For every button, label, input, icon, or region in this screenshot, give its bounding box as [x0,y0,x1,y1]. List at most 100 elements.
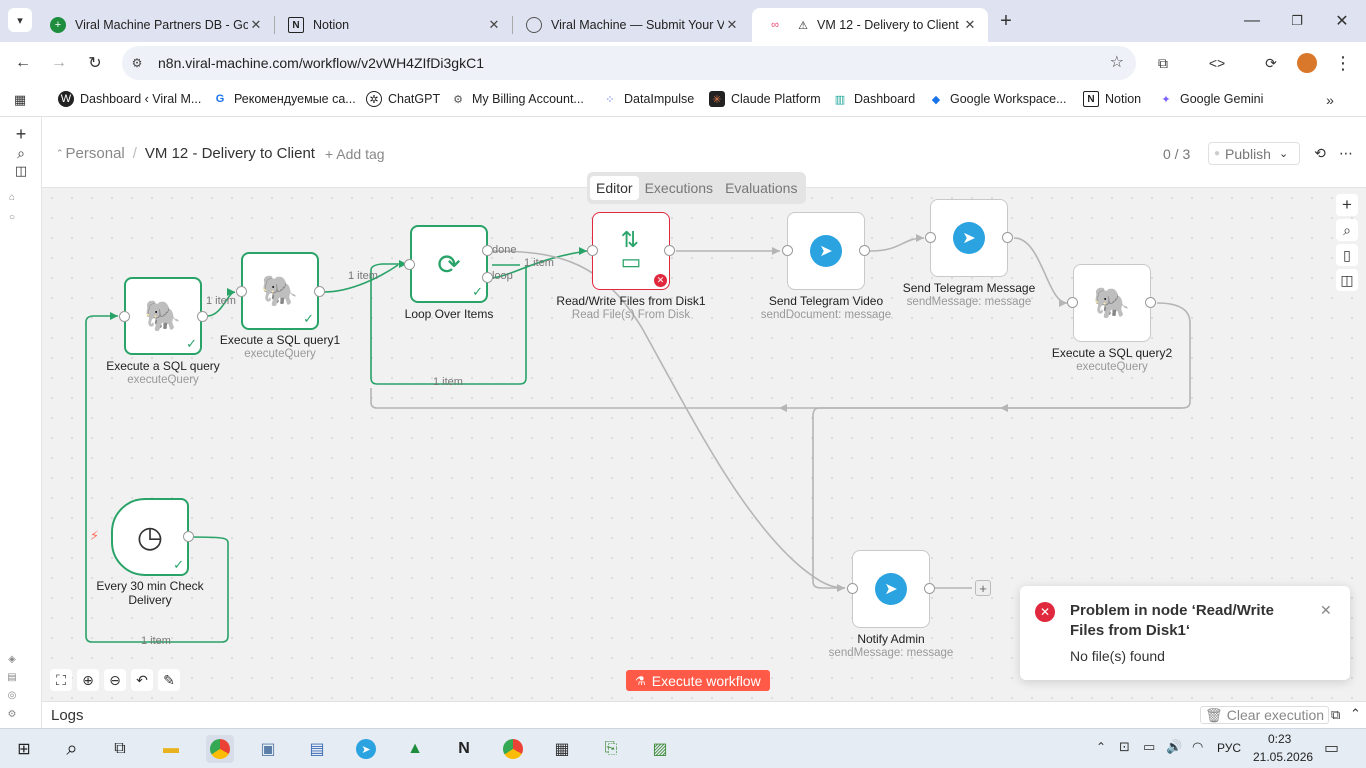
close-icon[interactable]: ✕ [248,17,264,33]
node-send-telegram-video[interactable]: ➤ [787,212,865,290]
panel-icon[interactable]: ◫ [9,159,33,183]
bookmark-item[interactable]: ✲ ChatGPT [366,91,440,107]
apps-icon[interactable]: ▦ [8,88,32,112]
avatar[interactable] [1295,51,1319,75]
undo-icon[interactable]: ↶ [131,669,153,691]
file-explorer-icon[interactable]: ▬ [157,735,185,763]
panel-toggle-icon[interactable]: ◫ [1336,269,1358,291]
node-notify-admin[interactable]: ➤ [852,550,930,628]
breadcrumb-parent[interactable]: Personal [66,145,125,162]
bookmark-item[interactable]: G Рекомендуемые са... [212,91,356,107]
battery-icon[interactable]: ▭ [1143,739,1155,755]
close-icon[interactable]: ✕ [486,17,502,33]
new-tab-button[interactable]: + [994,9,1018,33]
more-icon[interactable]: ⋯ [1334,141,1358,165]
task-view-icon[interactable]: ⧉ [106,735,134,763]
chevron-down-icon[interactable]: ⌄ [1279,147,1288,160]
forward-icon[interactable]: → [47,51,71,75]
reload-icon[interactable]: ↻ [83,51,107,75]
node-execute-sql-query2[interactable]: 🐘 [1073,264,1151,342]
tab-evaluations[interactable]: Evaluations [719,176,803,200]
close-icon[interactable]: ✕ [724,17,740,33]
omnibox[interactable]: ⚙ n8n.viral-machine.com/workflow/v2vWH4Z… [122,46,1136,80]
close-icon[interactable]: ✕ [1320,602,1332,619]
history-icon[interactable]: ⟲ [1308,141,1332,165]
tab-vm12[interactable]: ∞ ⚠ VM 12 - Delivery to Client - ✕ [752,8,988,42]
star-icon[interactable]: ☆ [1110,52,1124,72]
node-execute-sql-query1[interactable]: 🐘 ✓ [241,252,319,330]
node-read-write-files[interactable]: ⇅ ▭ ✕ [592,212,670,290]
zoom-in-icon[interactable]: ⊕ [77,669,99,691]
volume-icon[interactable]: 🔊 [1166,739,1182,755]
sync-icon[interactable]: ⟳ [1259,51,1283,75]
workflow-canvas[interactable]: 1 item 1 item 1 item 1 item 1 item done … [42,172,1366,701]
close-icon[interactable]: ✕ [962,17,978,33]
input-port[interactable] [782,245,793,256]
output-port-loop[interactable] [482,272,493,283]
output-port[interactable] [314,286,325,297]
app-icon[interactable]: ▤ [303,735,331,763]
chevron-up-icon[interactable]: ⌃ [1350,706,1361,722]
tidy-up-icon[interactable]: ✎ [158,669,180,691]
app-icon[interactable]: ⎘ [597,735,625,763]
publish-button[interactable]: Publish [1225,146,1271,162]
minimize-button[interactable]: — [1240,9,1264,33]
search-icon[interactable]: ⌕ [1336,219,1358,241]
output-port[interactable] [859,245,870,256]
fit-view-icon[interactable]: ⛶ [50,669,72,691]
bookmark-item[interactable]: ▥ Dashboard [832,91,915,107]
telegram-icon[interactable]: ➤ [352,735,380,763]
tab-partners-db[interactable]: + Viral Machine Partners DB - Goo ✕ [38,8,274,42]
chevron-right-icon[interactable]: » [1318,88,1342,112]
zoom-out-icon[interactable]: ⊖ [104,669,126,691]
node-schedule-trigger[interactable]: ◷ ✓ [111,498,189,576]
tab-notion[interactable]: N Notion ✕ [276,8,512,42]
wifi-icon[interactable]: ◠ [1192,739,1203,755]
input-port[interactable] [1067,297,1078,308]
input-port[interactable] [404,259,415,270]
app-icon[interactable]: ▦ [548,735,576,763]
chevron-up-icon[interactable]: ⌃ [1096,740,1106,754]
site-info-icon[interactable]: ⚙ [122,56,152,70]
notion-icon[interactable]: N [450,735,478,763]
menu-icon[interactable]: ⋮ [1331,51,1355,75]
popout-icon[interactable]: ⧉ [1331,707,1340,723]
app-icon[interactable]: ▨ [646,735,674,763]
tab-search-icon[interactable]: ▾ [8,8,32,32]
code-icon[interactable]: <> [1205,51,1229,75]
bookmark-item[interactable]: ⁘ DataImpulse [602,91,694,107]
chrome-icon[interactable] [206,735,234,763]
add-node-button[interactable]: + [975,580,991,596]
network-icon[interactable]: ⊡ [1119,739,1130,755]
logs-label[interactable]: Logs [51,707,84,724]
tab-submit[interactable]: Viral Machine — Submit Your V ✕ [514,8,750,42]
search-icon[interactable]: ⌕ [58,735,86,763]
back-icon[interactable]: ← [11,51,35,75]
output-port[interactable] [183,531,194,542]
bookmark-item[interactable]: ⚙ My Billing Account... [450,91,584,107]
node-execute-sql-query[interactable]: 🐘 ✓ [124,277,202,355]
settings-icon[interactable]: ⚙ [0,702,24,726]
tab-editor[interactable]: Editor [590,176,639,200]
input-port[interactable] [925,232,936,243]
input-port[interactable] [847,583,858,594]
clock-time[interactable]: 0:23 [1268,732,1291,746]
output-port[interactable] [1145,297,1156,308]
input-port[interactable] [587,245,598,256]
bookmark-item[interactable]: N Notion [1083,91,1141,107]
add-tag-button[interactable]: + Add tag [325,146,385,162]
input-port[interactable] [119,311,130,322]
windows-start-icon[interactable]: ⊞ [10,735,38,763]
google-drive-icon[interactable]: ▲ [401,735,429,763]
logs-panel[interactable]: Logs 🗑 Clear execution ⧉ ⌃ [42,701,1366,728]
bookmark-item[interactable]: ◆ Google Workspace... [928,91,1067,107]
close-window-button[interactable]: ✕ [1330,9,1354,33]
output-port[interactable] [1002,232,1013,243]
input-port[interactable] [236,286,247,297]
node-loop-over-items[interactable]: ⟳ ✓ [410,225,488,303]
chrome-icon[interactable] [499,735,527,763]
output-port-done[interactable] [482,245,493,256]
url-text[interactable]: n8n.viral-machine.com/workflow/v2vWH4ZIf… [158,55,484,71]
workflow-name[interactable]: VM 12 - Delivery to Client [145,145,315,162]
bookmark-item[interactable]: W Dashboard ‹ Viral M... [58,91,201,107]
